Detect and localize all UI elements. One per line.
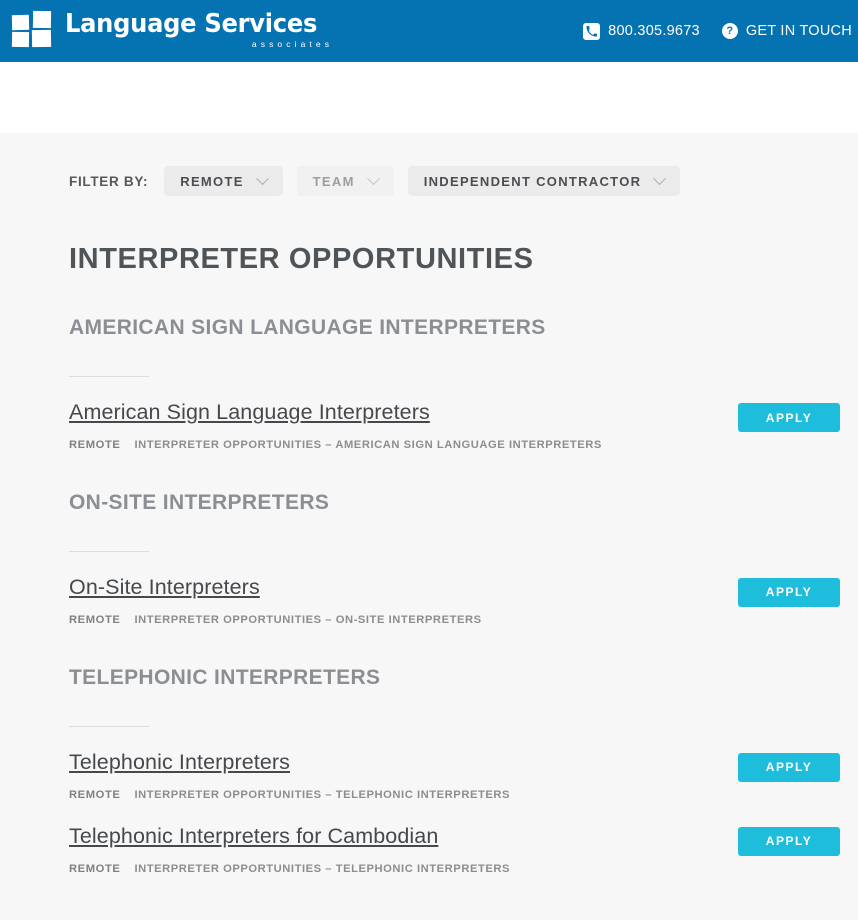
brand-tagline: associates <box>251 39 334 50</box>
get-in-touch-link[interactable]: ? GET IN TOUCH <box>721 23 852 39</box>
job-location: REMOTE <box>69 862 121 875</box>
job-department: INTERPRETER OPPORTUNITIES – AMERICAN SIG… <box>134 438 602 451</box>
job-title-link[interactable]: Telephonic Interpreters for Cambodian <box>69 824 438 848</box>
job-info: Telephonic Interpreters REMOTE INTERPRET… <box>69 750 510 801</box>
job-department: INTERPRETER OPPORTUNITIES – TELEPHONIC I… <box>134 862 510 875</box>
job-title-link[interactable]: Telephonic Interpreters <box>69 750 290 774</box>
filter-pill-remote[interactable]: REMOTE <box>164 166 283 196</box>
get-in-touch-label: GET IN TOUCH <box>745 23 852 39</box>
job-meta: REMOTE INTERPRETER OPPORTUNITIES – TELEP… <box>69 850 510 875</box>
apply-button[interactable]: APPLY <box>738 826 840 856</box>
chevron-down-icon <box>255 171 269 185</box>
chevron-down-icon <box>366 171 380 185</box>
filter-bar: FILTER BY: REMOTE TEAM INDEPENDENT CONTR… <box>69 133 840 196</box>
job-department: INTERPRETER OPPORTUNITIES – TELEPHONIC I… <box>134 788 510 801</box>
question-mark-icon: ? <box>721 23 738 39</box>
nav-band <box>0 62 858 133</box>
section-title: AMERICAN SIGN LANGUAGE INTERPRETERS <box>69 315 546 339</box>
job-location: REMOTE <box>69 788 121 801</box>
chevron-down-icon <box>653 171 667 185</box>
job-listing: Telephonic Interpreters REMOTE INTERPRET… <box>69 727 840 801</box>
phone-icon <box>583 22 601 40</box>
filter-by-label: FILTER BY: <box>69 173 149 189</box>
section-title: TELEPHONIC INTERPRETERS <box>69 665 381 689</box>
job-info: On-Site Interpreters REMOTE INTERPRETER … <box>69 575 482 626</box>
job-department: INTERPRETER OPPORTUNITIES – ON-SITE INTE… <box>134 613 482 626</box>
filter-pill-label: INDEPENDENT CONTRACTOR <box>423 173 642 189</box>
filter-pill-label: REMOTE <box>180 173 244 189</box>
job-listing: On-Site Interpreters REMOTE INTERPRETER … <box>69 552 840 626</box>
filter-pill-team[interactable]: TEAM <box>296 166 394 196</box>
apply-button[interactable]: APPLY <box>738 403 840 433</box>
job-location: REMOTE <box>69 613 121 626</box>
job-info: American Sign Language Interpreters REMO… <box>69 400 602 451</box>
job-meta: REMOTE INTERPRETER OPPORTUNITIES – AMERI… <box>69 426 602 451</box>
section-title: ON-SITE INTERPRETERS <box>69 490 330 514</box>
four-squares-logo-icon <box>11 10 56 51</box>
job-listing: American Sign Language Interpreters REMO… <box>69 377 840 451</box>
brand-name: Language Services <box>65 9 318 40</box>
job-section: AMERICAN SIGN LANGUAGE INTERPRETERS Amer… <box>69 276 840 451</box>
job-title-link[interactable]: American Sign Language Interpreters <box>69 400 430 424</box>
job-listing: Telephonic Interpreters for Cambodian RE… <box>69 801 840 875</box>
brand-logo-link[interactable]: Language Services associates <box>11 10 336 51</box>
job-info: Telephonic Interpreters for Cambodian RE… <box>69 824 510 875</box>
job-section: ON-SITE INTERPRETERS On-Site Interpreter… <box>69 451 840 626</box>
job-location: REMOTE <box>69 438 121 451</box>
brand-wordmark: Language Services associates <box>65 11 336 51</box>
job-meta: REMOTE INTERPRETER OPPORTUNITIES – ON-SI… <box>69 601 482 626</box>
site-header: Language Services associates 800.305.967… <box>0 0 858 62</box>
phone-number: 800.305.9673 <box>608 23 700 39</box>
apply-button[interactable]: APPLY <box>738 752 840 782</box>
apply-button[interactable]: APPLY <box>738 577 840 607</box>
main-content: FILTER BY: REMOTE TEAM INDEPENDENT CONTR… <box>0 133 858 920</box>
job-section: TELEPHONIC INTERPRETERS Telephonic Inter… <box>69 626 840 875</box>
job-meta: REMOTE INTERPRETER OPPORTUNITIES – TELEP… <box>69 776 510 801</box>
page-title: INTERPRETER OPPORTUNITIES <box>69 243 534 275</box>
phone-link[interactable]: 800.305.9673 <box>583 22 700 40</box>
job-title-link[interactable]: On-Site Interpreters <box>69 575 260 599</box>
header-actions: 800.305.9673 ? GET IN TOUCH <box>583 22 858 40</box>
filter-pill-independent-contractor[interactable]: INDEPENDENT CONTRACTOR <box>407 166 681 196</box>
filter-pill-label: TEAM <box>312 173 355 189</box>
